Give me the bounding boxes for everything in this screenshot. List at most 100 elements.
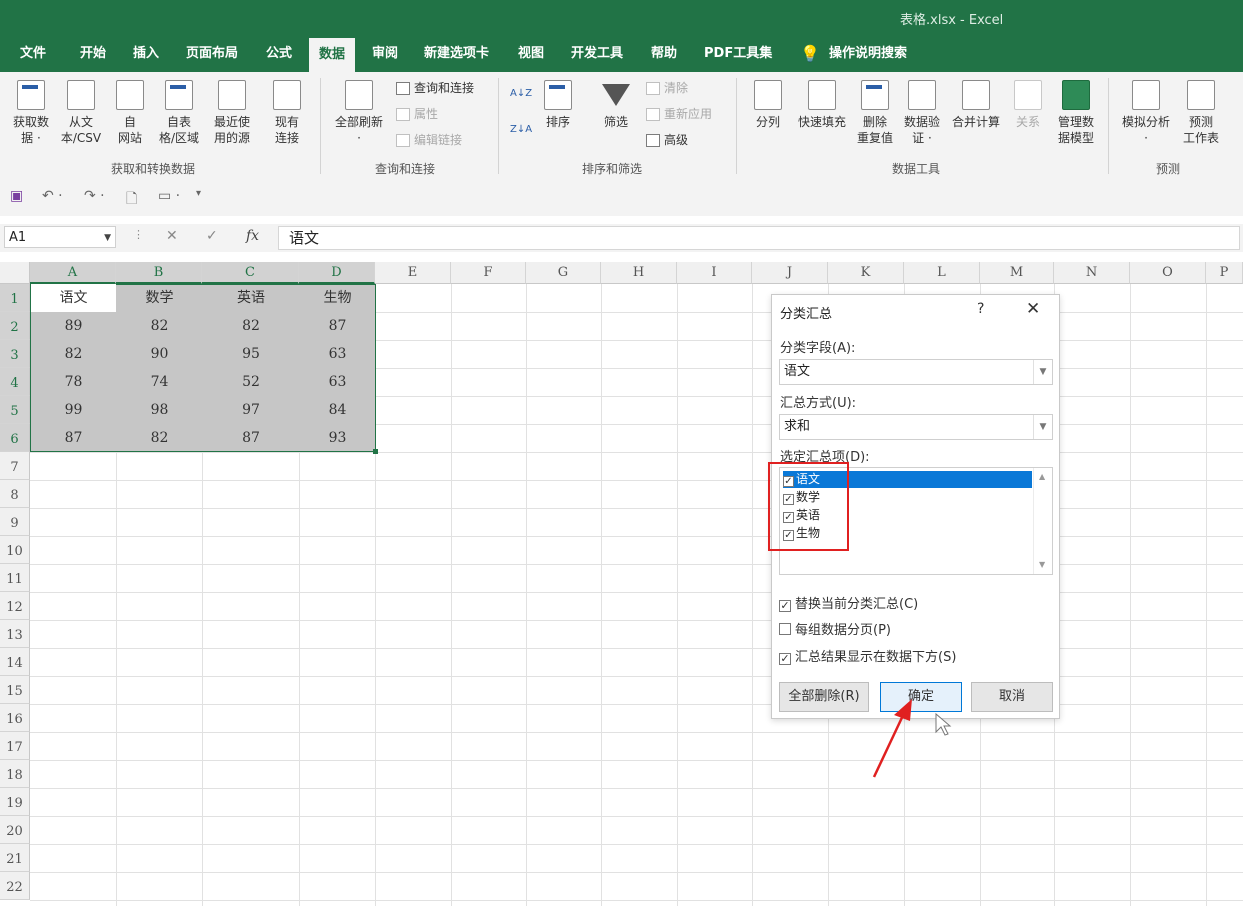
reapply-button[interactable]: 重新应用 [644, 104, 712, 124]
row-header[interactable]: 16 [0, 704, 30, 732]
scroll-down-icon[interactable]: ▼ [1039, 560, 1045, 569]
column-header[interactable]: P [1206, 262, 1243, 284]
function-select[interactable]: 求和 ▼ [779, 414, 1053, 440]
header-cell[interactable]: 生物 [300, 284, 375, 312]
column-header[interactable]: E [375, 262, 451, 284]
menu-data[interactable]: 数据 [309, 38, 356, 72]
row-header[interactable]: 5 [0, 396, 30, 424]
column-header[interactable]: K [828, 262, 904, 284]
formula-input[interactable]: 语文 [278, 226, 1240, 250]
customize-qat-icon[interactable]: ▾ [196, 188, 201, 199]
fill-handle[interactable] [373, 449, 378, 454]
table-cell[interactable]: 97 [203, 396, 299, 424]
row-header[interactable]: 14 [0, 648, 30, 676]
chevron-down-icon[interactable]: ▼ [1033, 360, 1052, 384]
advanced-filter-button[interactable]: 高级 [644, 130, 688, 150]
header-cell[interactable]: 英语 [203, 284, 299, 312]
header-cell[interactable]: 数学 [117, 284, 202, 312]
sort-descending-icon[interactable]: Z↓A [510, 122, 532, 138]
row-header[interactable]: 13 [0, 620, 30, 648]
enter-icon[interactable]: ✓ [206, 228, 218, 244]
row-header[interactable]: 7 [0, 452, 30, 480]
what-if-analysis-button[interactable]: 模拟分析 · [1116, 80, 1176, 146]
row-header[interactable]: 2 [0, 312, 30, 340]
name-box[interactable]: A1 ▼ [4, 226, 116, 248]
table-cell[interactable]: 90 [117, 340, 202, 368]
scroll-up-icon[interactable]: ▲ [1039, 472, 1045, 481]
menu-insert[interactable]: 插入 [133, 36, 159, 72]
clear-filter-button[interactable]: 清除 [644, 78, 688, 98]
recent-sources-button[interactable]: 最近使 用的源 [208, 80, 256, 146]
table-cell[interactable]: 82 [117, 312, 202, 340]
menu-file[interactable]: 文件 [20, 36, 46, 72]
forecast-sheet-button[interactable]: 预测 工作表 [1178, 80, 1224, 146]
sort-ascending-icon[interactable]: A↓Z [510, 86, 532, 102]
row-header[interactable]: 8 [0, 480, 30, 508]
flash-fill-button[interactable]: 快速填充 [792, 80, 852, 130]
close-icon[interactable]: ✕ [1026, 299, 1040, 319]
row-header[interactable]: 11 [0, 564, 30, 592]
cancel-icon[interactable]: ✕ [166, 228, 178, 244]
table-cell[interactable]: 95 [203, 340, 299, 368]
edit-links-button[interactable]: 编辑链接 [394, 130, 462, 150]
row-header[interactable]: 4 [0, 368, 30, 396]
get-data-button[interactable]: 获取数 据 · [8, 80, 54, 146]
sort-button[interactable]: 排序 [540, 80, 576, 130]
chevron-down-icon[interactable]: ▼ [1033, 415, 1052, 439]
table-cell[interactable]: 84 [300, 396, 375, 424]
column-header[interactable]: O [1130, 262, 1206, 284]
row-header[interactable]: 15 [0, 676, 30, 704]
list-scrollbar[interactable]: ▲ ▼ [1033, 468, 1052, 574]
table-cell[interactable]: 98 [117, 396, 202, 424]
from-web-button[interactable]: 自 网站 [112, 80, 148, 146]
row-header[interactable]: 1 [0, 284, 30, 312]
column-header[interactable]: C [202, 262, 299, 284]
table-cell[interactable]: 82 [31, 340, 116, 368]
filter-button[interactable]: 筛选 [596, 80, 636, 130]
save-icon[interactable]: ▣ [10, 188, 23, 204]
row-header[interactable]: 20 [0, 816, 30, 844]
table-cell[interactable]: 87 [31, 424, 116, 452]
row-header[interactable]: 10 [0, 536, 30, 564]
chevron-down-icon[interactable]: ▼ [104, 227, 111, 249]
data-validation-button[interactable]: 数据验 证 · [899, 80, 945, 146]
table-cell[interactable]: 78 [31, 368, 116, 396]
table-cell[interactable]: 87 [300, 312, 375, 340]
replace-current-checkbox[interactable]: ✓ 替换当前分类汇总(C) [779, 593, 918, 612]
table-cell[interactable]: 89 [31, 312, 116, 340]
menu-view[interactable]: 视图 [518, 36, 544, 72]
table-cell[interactable]: 74 [117, 368, 202, 396]
table-cell[interactable]: 99 [31, 396, 116, 424]
menu-developer[interactable]: 开发工具 [571, 36, 623, 72]
column-header[interactable]: A [30, 262, 116, 284]
column-header[interactable]: B [116, 262, 202, 284]
table-cell[interactable]: 93 [300, 424, 375, 452]
properties-button[interactable]: 属性 [394, 104, 438, 124]
cancel-button[interactable]: 取消 [971, 682, 1053, 712]
menu-tell-me[interactable]: 操作说明搜索 [829, 36, 907, 72]
column-header[interactable]: M [980, 262, 1054, 284]
relationships-button[interactable]: 关系 [1010, 80, 1046, 130]
table-cell[interactable]: 87 [203, 424, 299, 452]
remove-duplicates-button[interactable]: 删除 重复值 [852, 80, 898, 146]
print-preview-icon[interactable]: 🗋 [126, 188, 137, 212]
from-table-button[interactable]: 自表 格/区域 [154, 80, 204, 146]
manage-data-model-button[interactable]: 管理数 据模型 [1052, 80, 1100, 146]
row-header[interactable]: 18 [0, 760, 30, 788]
group-by-select[interactable]: 语文 ▼ [779, 359, 1053, 385]
menu-new-tab[interactable]: 新建选项卡 [424, 36, 489, 72]
menu-home[interactable]: 开始 [80, 36, 106, 72]
from-csv-button[interactable]: 从文 本/CSV [58, 80, 104, 146]
row-header[interactable]: 21 [0, 844, 30, 872]
header-cell[interactable]: 语文 [31, 284, 116, 312]
table-cell[interactable]: 82 [203, 312, 299, 340]
column-header[interactable]: I [677, 262, 752, 284]
select-all-corner[interactable] [0, 262, 30, 284]
summary-below-checkbox[interactable]: ✓ 汇总结果显示在数据下方(S) [779, 646, 956, 665]
refresh-all-button[interactable]: 全部刷新 · [330, 80, 388, 146]
page-break-checkbox[interactable]: 每组数据分页(P) [779, 619, 891, 638]
menu-pdf-tools[interactable]: PDF工具集 [704, 36, 772, 72]
remove-all-button[interactable]: 全部删除(R) [779, 682, 869, 712]
row-header[interactable]: 17 [0, 732, 30, 760]
menu-help[interactable]: 帮助 [651, 36, 677, 72]
